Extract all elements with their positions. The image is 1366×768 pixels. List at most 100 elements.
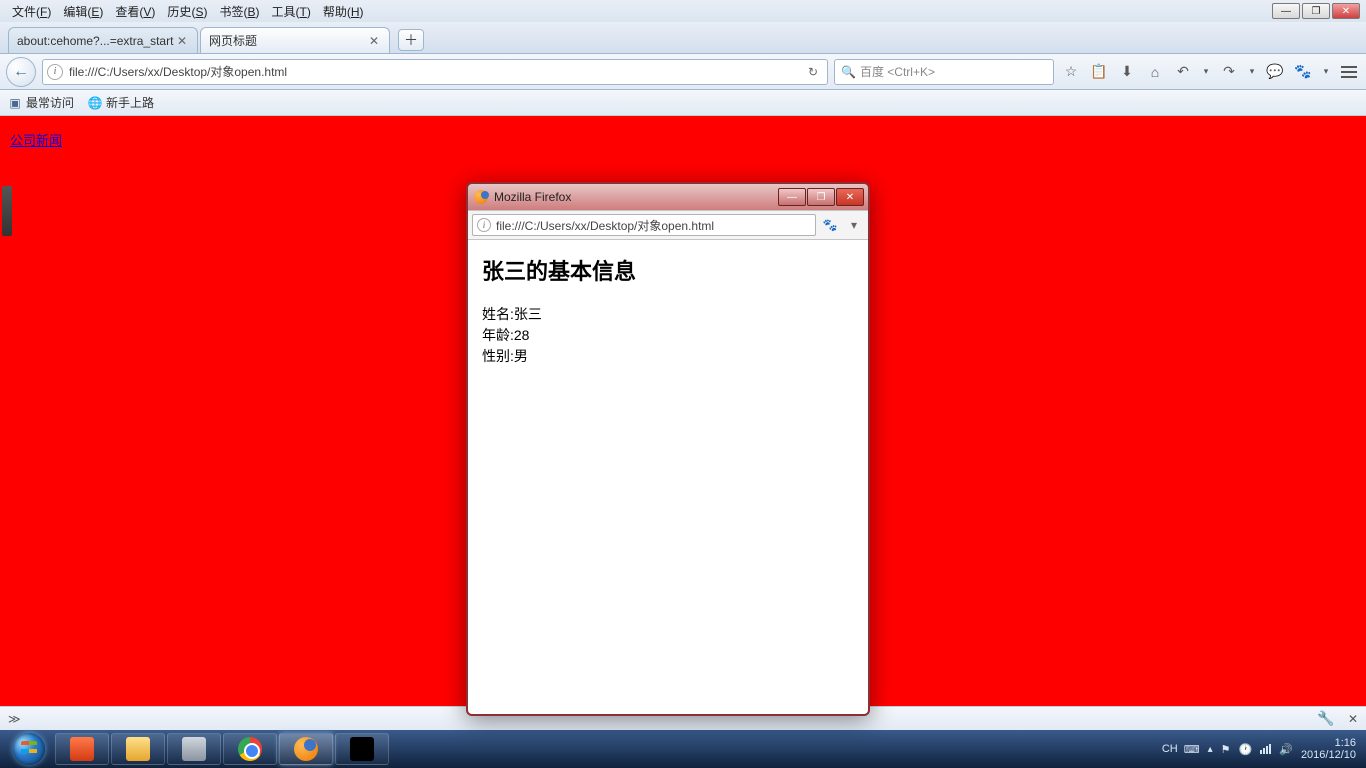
- close-icon: ✕: [846, 192, 854, 203]
- bookmark-getting-started[interactable]: 🌐 新手上路: [88, 94, 154, 111]
- info-row-age: 年龄:28: [482, 325, 854, 346]
- info-row-gender: 性别:男: [482, 346, 854, 367]
- library-button[interactable]: 📋: [1088, 61, 1110, 83]
- tray-flag-icon[interactable]: ⚑: [1221, 743, 1231, 756]
- popup-extension-button[interactable]: 🐾: [820, 215, 840, 235]
- app-menu-button[interactable]: [1338, 61, 1360, 83]
- page-content: 公司新闻 Mozilla Firefox — ❐ ✕ i file:///C:/…: [0, 116, 1366, 706]
- downloads-button[interactable]: ⬇: [1116, 61, 1138, 83]
- redo-dropdown[interactable]: ▾: [1246, 61, 1258, 83]
- taskbar-app-1[interactable]: [55, 733, 109, 765]
- minimize-icon: —: [787, 192, 797, 203]
- site-info-icon[interactable]: i: [47, 64, 63, 80]
- back-icon: ←: [13, 63, 29, 81]
- addon-bar-toggle[interactable]: ≫: [8, 712, 21, 726]
- tab-close-button[interactable]: ✕: [367, 34, 381, 48]
- page-scroll-handle[interactable]: [2, 186, 12, 236]
- taskbar-cmd[interactable]: [335, 733, 389, 765]
- menu-bookmarks[interactable]: 书签(B): [213, 3, 265, 20]
- tray-clock-icon[interactable]: 🕐: [1239, 743, 1253, 756]
- popup-urlbar-row: i file:///C:/Users/xx/Desktop/对象open.htm…: [468, 210, 868, 240]
- chevron-down-icon: ▾: [1324, 66, 1329, 77]
- windows-orb-icon: [13, 733, 45, 765]
- chrome-icon: [238, 737, 262, 761]
- popup-maximize-button[interactable]: ❐: [807, 188, 835, 206]
- back-button[interactable]: ←: [6, 57, 36, 87]
- customize-button[interactable]: 🔧: [1317, 710, 1334, 726]
- redo-icon: ↷: [1223, 63, 1235, 80]
- taskbar-app-3[interactable]: [167, 733, 221, 765]
- new-tab-button[interactable]: ＋: [398, 29, 424, 51]
- network-icon[interactable]: [1260, 744, 1271, 754]
- taskbar-explorer[interactable]: [111, 733, 165, 765]
- menu-file[interactable]: 文件(F): [6, 3, 57, 20]
- tab-close-button[interactable]: ✕: [175, 34, 189, 48]
- clipboard-icon: 📋: [1090, 63, 1107, 80]
- globe-icon: 🌐: [88, 96, 102, 110]
- window-restore-button[interactable]: ❐: [1302, 3, 1330, 19]
- chevron-down-icon: ▾: [851, 218, 857, 232]
- redo-button[interactable]: ↷: [1218, 61, 1240, 83]
- window-minimize-button[interactable]: —: [1272, 3, 1300, 19]
- tab-strip: about:cehome?...=extra_start ✕ 网页标题 ✕ ＋: [0, 22, 1366, 54]
- undo-button[interactable]: ↶: [1172, 61, 1194, 83]
- tab-about-cehome[interactable]: about:cehome?...=extra_start ✕: [8, 27, 198, 53]
- ime-menu-icon[interactable]: ⌨: [1184, 743, 1200, 756]
- window-controls: — ❐ ✕: [1272, 3, 1360, 19]
- restore-icon: ❐: [1312, 6, 1321, 17]
- ime-indicator[interactable]: CH: [1162, 743, 1178, 755]
- popup-close-button[interactable]: ✕: [836, 188, 864, 206]
- start-button[interactable]: [4, 730, 54, 768]
- reload-button[interactable]: ↻: [803, 65, 823, 79]
- addon-bar-close[interactable]: ✕: [1348, 712, 1358, 726]
- popup-title: Mozilla Firefox: [494, 190, 778, 204]
- search-bar[interactable]: 🔍 百度 <Ctrl+K>: [834, 59, 1054, 85]
- home-icon: ⌂: [1151, 64, 1159, 80]
- close-icon: ✕: [369, 34, 379, 48]
- url-bar[interactable]: i file:///C:/Users/xx/Desktop/对象open.htm…: [42, 59, 828, 85]
- search-icon: 🔍: [841, 65, 856, 79]
- menu-tools[interactable]: 工具(T): [265, 3, 316, 20]
- site-info-icon[interactable]: i: [477, 218, 491, 232]
- popup-url-text[interactable]: file:///C:/Users/xx/Desktop/对象open.html: [496, 217, 714, 234]
- bookmark-most-visited[interactable]: ▣ 最常访问: [8, 94, 74, 111]
- windows-taskbar: CH ⌨ ▴ ⚑ 🕐 🔊 1:16 2016/12/10: [0, 730, 1366, 768]
- popup-extension-dropdown[interactable]: ▾: [844, 215, 864, 235]
- close-icon: ✕: [177, 34, 187, 48]
- url-text[interactable]: file:///C:/Users/xx/Desktop/对象open.html: [69, 63, 803, 80]
- firefox-icon: [294, 737, 318, 761]
- popup-minimize-button[interactable]: —: [778, 188, 806, 206]
- menu-help[interactable]: 帮助(H): [317, 3, 370, 20]
- tab-page-title[interactable]: 网页标题 ✕: [200, 27, 390, 53]
- undo-dropdown[interactable]: ▾: [1200, 61, 1212, 83]
- chat-button[interactable]: 💬: [1264, 61, 1286, 83]
- plus-icon: ＋: [404, 30, 418, 50]
- menu-history[interactable]: 历史(S): [161, 3, 213, 20]
- home-button[interactable]: ⌂: [1144, 61, 1166, 83]
- bookmark-icon: ▣: [8, 96, 22, 110]
- chevron-down-icon: ▾: [1204, 66, 1209, 77]
- tab-label: 网页标题: [209, 32, 367, 49]
- bookmark-label: 最常访问: [26, 94, 74, 111]
- window-close-button[interactable]: ✕: [1332, 3, 1360, 19]
- taskbar-chrome[interactable]: [223, 733, 277, 765]
- extension-dropdown[interactable]: ▾: [1320, 61, 1332, 83]
- undo-icon: ↶: [1177, 63, 1189, 80]
- menu-view[interactable]: 查看(V): [109, 3, 161, 20]
- close-icon: ✕: [1342, 6, 1350, 17]
- bookmark-star-button[interactable]: ☆: [1060, 61, 1082, 83]
- popup-url-bar[interactable]: i file:///C:/Users/xx/Desktop/对象open.htm…: [472, 214, 816, 236]
- company-news-link[interactable]: 公司新闻: [10, 130, 62, 149]
- extension-button[interactable]: 🐾: [1292, 61, 1314, 83]
- taskbar-firefox[interactable]: [279, 733, 333, 765]
- popup-page-content: 张三的基本信息 姓名:张三 年龄:28 性别:男: [468, 240, 868, 714]
- clock-time: 1:16: [1301, 737, 1356, 749]
- taskbar-clock[interactable]: 1:16 2016/12/10: [1301, 737, 1356, 761]
- tray-expand-button[interactable]: ▴: [1208, 744, 1213, 755]
- menu-edit[interactable]: 编辑(E): [57, 3, 109, 20]
- popup-titlebar[interactable]: Mozilla Firefox — ❐ ✕: [468, 184, 868, 210]
- volume-icon[interactable]: 🔊: [1279, 743, 1293, 756]
- system-tray: CH ⌨ ▴ ⚑ 🕐 🔊 1:16 2016/12/10: [1162, 737, 1362, 761]
- chat-icon: 💬: [1266, 63, 1283, 80]
- folder-icon: [126, 737, 150, 761]
